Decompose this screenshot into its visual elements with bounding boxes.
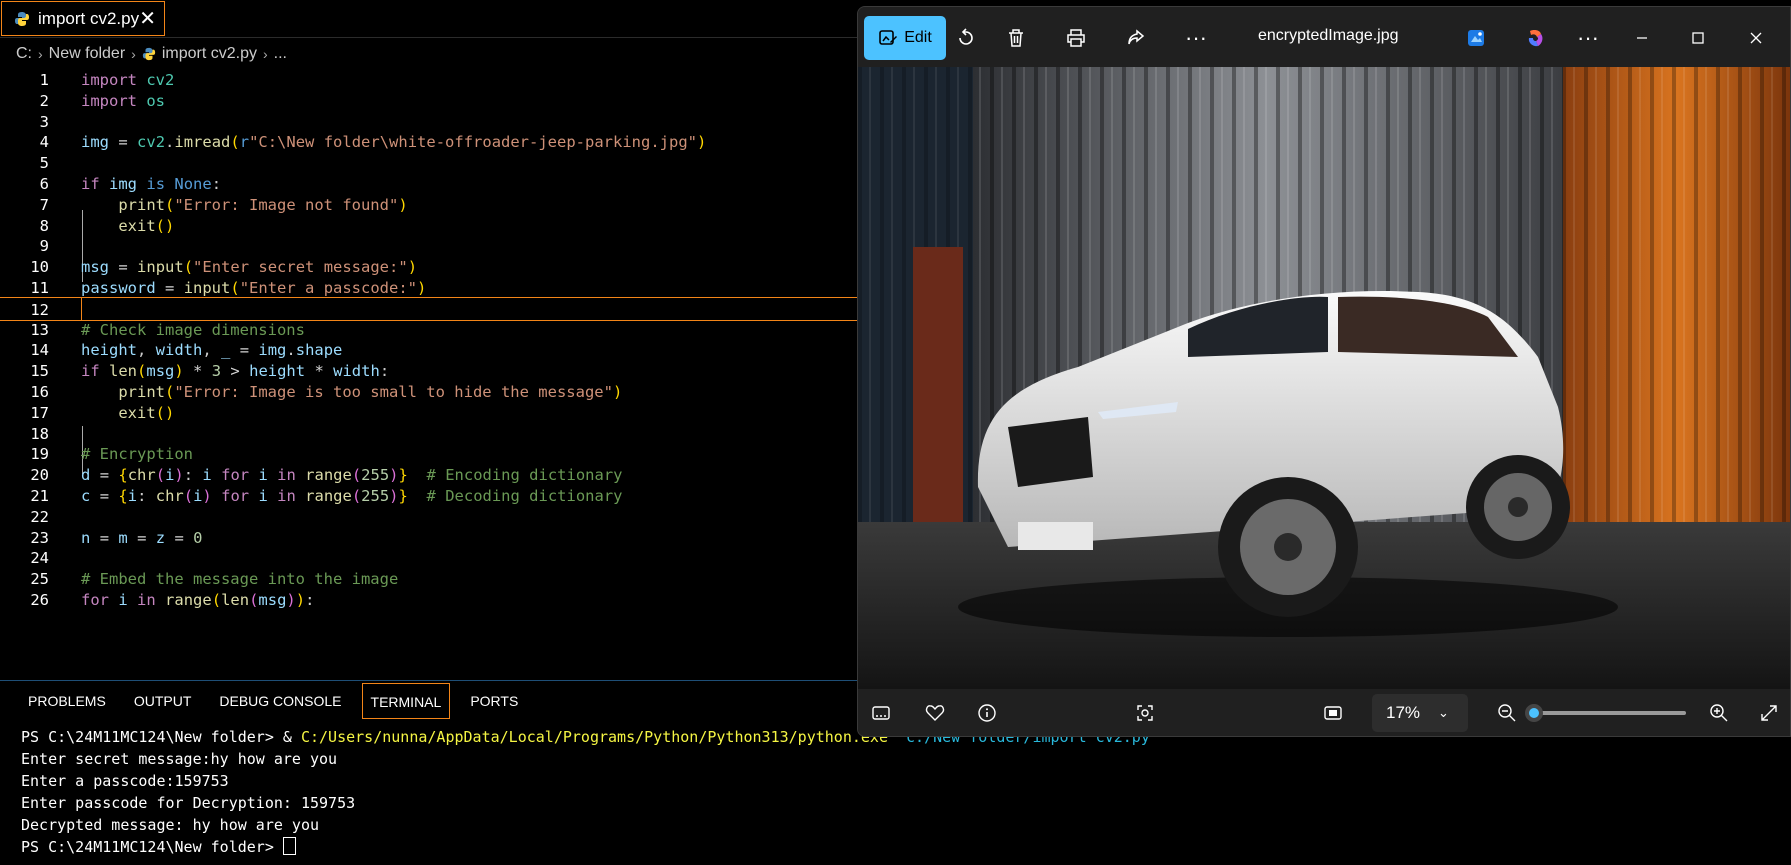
info-icon bbox=[978, 704, 996, 722]
editor-tab-import-cv2[interactable]: import cv2.py ✕ bbox=[1, 1, 165, 36]
edit-image-icon bbox=[879, 30, 898, 45]
tab-problems[interactable]: PROBLEMS bbox=[20, 683, 114, 719]
terminal-output-line: Decrypted message: hy how are you bbox=[21, 816, 320, 834]
heart-icon bbox=[925, 705, 945, 721]
code-line[interactable]: 26 for i in range(len(msg)): bbox=[0, 588, 860, 612]
filmstrip-icon bbox=[872, 706, 890, 720]
terminal-prompt-line[interactable]: PS C:\24M11MC124\New folder> bbox=[21, 836, 1791, 858]
code-text bbox=[81, 297, 82, 320]
file-name: encryptedImage.jpg bbox=[1258, 27, 1399, 44]
photos-viewer-window: Edit ··· encryptedImage.jpg ··· 17% ⌄ bbox=[857, 6, 1791, 737]
copilot-icon bbox=[1528, 30, 1543, 47]
terminal-output-line: Enter passcode for Decryption: 159753 bbox=[21, 794, 356, 812]
file-info-button[interactable] bbox=[972, 699, 1002, 727]
chevron-right-icon: › bbox=[38, 46, 43, 62]
close-icon[interactable]: ✕ bbox=[139, 6, 156, 31]
fullscreen-button[interactable] bbox=[1754, 699, 1784, 727]
zoom-slider-thumb[interactable] bbox=[1525, 704, 1543, 722]
photo-white-suv bbox=[858, 67, 1790, 689]
rotate-button[interactable] bbox=[944, 16, 988, 60]
more-icon: ··· bbox=[1185, 25, 1207, 50]
close-window-button[interactable] bbox=[1734, 16, 1778, 60]
edit-label: Edit bbox=[904, 29, 932, 46]
tab-output[interactable]: OUTPUT bbox=[126, 683, 200, 719]
print-button[interactable] bbox=[1054, 16, 1098, 60]
maximize-icon bbox=[1692, 32, 1704, 44]
fit-window-icon bbox=[1324, 706, 1342, 720]
share-button[interactable] bbox=[1114, 16, 1158, 60]
terminal-prompt: PS C:\24M11MC124\New folder> bbox=[21, 838, 283, 856]
image-canvas[interactable] bbox=[858, 67, 1790, 689]
code-text: for i in range(len(msg)): bbox=[81, 591, 315, 609]
copilot-button[interactable] bbox=[1514, 16, 1558, 60]
terminal-prompt: PS C:\24M11MC124\New folder> & bbox=[21, 728, 301, 746]
breadcrumb: C: › New folder › import cv2.py › ... bbox=[0, 42, 860, 66]
minimize-icon bbox=[1637, 37, 1647, 39]
python-path: C:/Users/nunna/AppData/Local/Programs/Py… bbox=[300, 728, 888, 746]
share-icon bbox=[1128, 29, 1145, 45]
python-file-icon bbox=[142, 47, 155, 61]
zoom-in-button[interactable] bbox=[1704, 699, 1734, 727]
chevron-down-icon: ⌄ bbox=[1438, 705, 1449, 720]
filmstrip-button[interactable] bbox=[866, 699, 896, 727]
favorite-button[interactable] bbox=[920, 699, 950, 727]
maximize-button[interactable] bbox=[1676, 16, 1720, 60]
more-options-button[interactable]: ··· bbox=[1174, 16, 1218, 60]
photos-toolbar: Edit ··· encryptedImage.jpg ··· bbox=[858, 7, 1790, 67]
designer-icon bbox=[1468, 30, 1484, 46]
chevron-right-icon: › bbox=[262, 46, 268, 62]
terminal[interactable]: PS C:\24M11MC124\New folder> & C:/Users/… bbox=[0, 726, 1791, 865]
tab-label: import cv2.py bbox=[38, 8, 140, 28]
zoom-out-icon bbox=[1498, 704, 1516, 722]
breadcrumb-symbol[interactable]: ... bbox=[274, 45, 287, 63]
terminal-output-line: Enter secret message:hy how are you bbox=[21, 750, 338, 768]
breadcrumb-folder[interactable]: New folder bbox=[49, 45, 125, 63]
more-options-button-2[interactable]: ··· bbox=[1566, 16, 1610, 60]
more-icon: ··· bbox=[1577, 25, 1599, 50]
minimize-button[interactable] bbox=[1620, 16, 1664, 60]
python-file-icon bbox=[15, 11, 29, 26]
zoom-dropdown[interactable]: 17% ⌄ bbox=[1372, 694, 1468, 732]
delete-button[interactable] bbox=[994, 16, 1038, 60]
line-number: 26 bbox=[30, 591, 49, 609]
scan-icon bbox=[1137, 705, 1153, 721]
terminal-output-line: Enter a passcode:159753 bbox=[21, 772, 229, 790]
terminal-cursor bbox=[282, 837, 296, 855]
zoom-out-button[interactable] bbox=[1492, 699, 1522, 727]
editor-tab-bar: import cv2.py ✕ bbox=[0, 0, 860, 38]
zoom-in-icon bbox=[1710, 704, 1728, 722]
chevron-right-icon: › bbox=[131, 46, 136, 62]
trash-icon bbox=[1009, 29, 1023, 47]
expand-icon bbox=[1761, 705, 1777, 721]
tab-terminal[interactable]: TERMINAL bbox=[361, 682, 451, 719]
breadcrumb-file[interactable]: import cv2.py bbox=[162, 45, 257, 63]
actual-size-button[interactable] bbox=[1318, 699, 1348, 727]
zoom-slider[interactable] bbox=[1525, 704, 1686, 722]
breadcrumb-drive[interactable]: C: bbox=[16, 45, 32, 63]
tab-ports[interactable]: PORTS bbox=[462, 683, 526, 719]
visual-search-button[interactable] bbox=[1130, 699, 1160, 727]
photos-bottom-bar: 17% ⌄ bbox=[858, 689, 1790, 736]
rotate-icon bbox=[959, 28, 973, 45]
designer-button[interactable] bbox=[1454, 16, 1498, 60]
zoom-value: 17% bbox=[1386, 703, 1421, 722]
printer-icon bbox=[1067, 29, 1085, 47]
close-icon bbox=[1750, 32, 1762, 44]
edit-button[interactable]: Edit bbox=[864, 16, 946, 60]
code-editor[interactable]: 1 import cv2 2 import os 3 4 img = cv2.imread(… bbox=[0, 66, 860, 678]
tab-debug-console[interactable]: DEBUG CONSOLE bbox=[211, 683, 349, 719]
